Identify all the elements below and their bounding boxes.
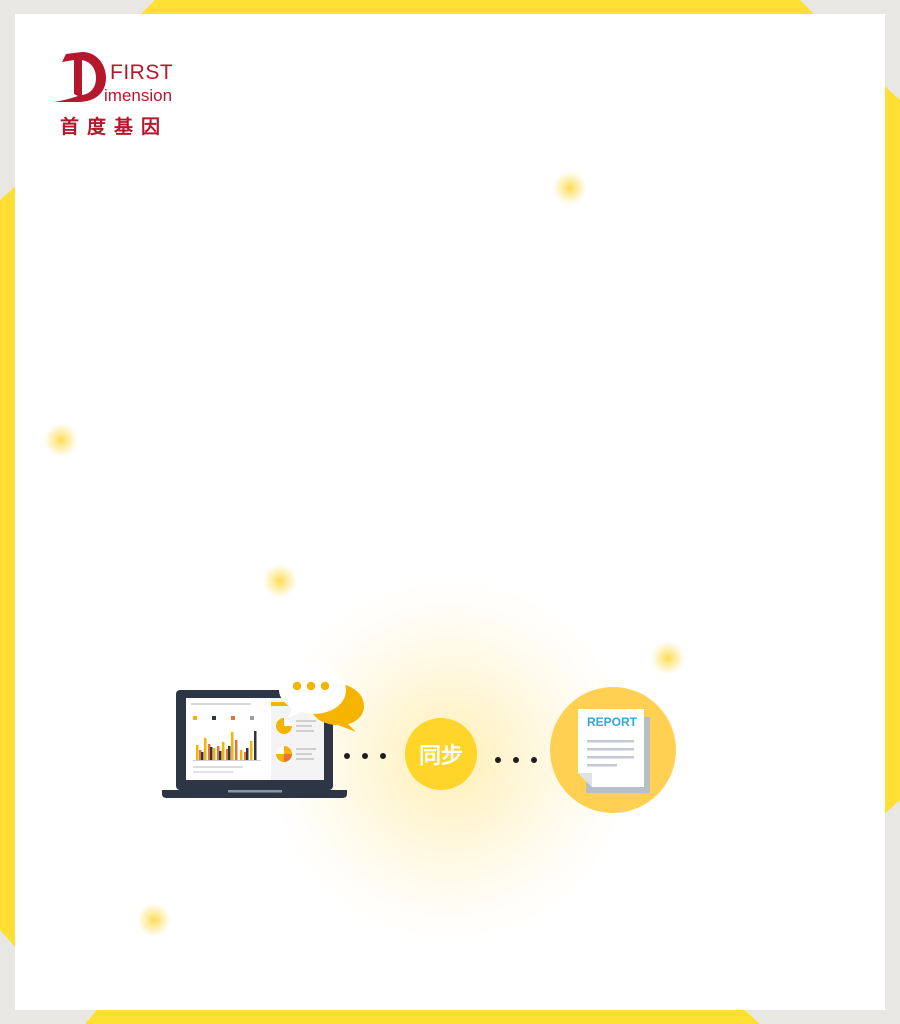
report-label: REPORT [586, 715, 637, 729]
sync-label: 同步 [418, 744, 463, 769]
connector-dots-right [495, 757, 537, 763]
sync-badge: 同步 [405, 718, 477, 790]
sync-diagram [162, 664, 676, 813]
connector-dots-left [344, 753, 386, 759]
report-document-icon [550, 687, 676, 813]
